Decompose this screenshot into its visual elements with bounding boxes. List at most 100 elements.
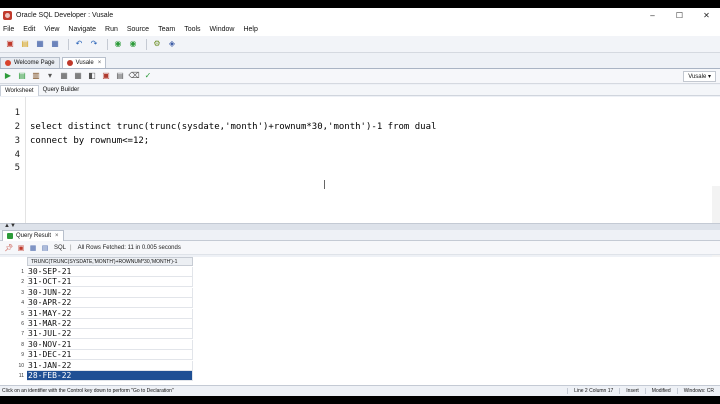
window-title: Oracle SQL Developer : Vusale bbox=[16, 12, 114, 19]
menu-view[interactable]: View bbox=[44, 26, 59, 33]
line-number-gutter: 1 2 3 4 5 bbox=[0, 97, 26, 223]
table-row[interactable]: 3 30-JUN-22 bbox=[0, 287, 194, 298]
migration-icon[interactable]: ◈ bbox=[166, 38, 178, 50]
new-file-icon[interactable]: ▣ bbox=[4, 38, 16, 50]
editor-results-splitter[interactable]: ▲▼ bbox=[0, 223, 720, 230]
tab-label: Vusale bbox=[75, 60, 94, 66]
status-message: Click on an identifier with the Control … bbox=[2, 388, 174, 394]
sql-worksheet-icon[interactable]: ⚙ bbox=[151, 38, 163, 50]
toolbar-separator bbox=[146, 38, 147, 50]
result-cell[interactable]: 30-NOV-21 bbox=[27, 339, 193, 350]
tab-query-builder[interactable]: Query Builder bbox=[39, 85, 84, 96]
main-toolbar: ▣ ▤ ▦ ▦ ↶ ↷ ◉ ◉ ⚙ ◈ bbox=[0, 36, 720, 53]
tab-query-result[interactable]: Query Result × bbox=[2, 229, 64, 241]
clear-icon[interactable]: ⌫ bbox=[128, 71, 139, 81]
column-header[interactable]: TRUNC(TRUNC(SYSDATE,'MONTH')+ROWNUM*30,'… bbox=[27, 257, 193, 266]
table-row[interactable]: 1 30-SEP-21 bbox=[0, 267, 194, 277]
maximize-button[interactable]: ☐ bbox=[666, 8, 693, 23]
code-segment: )+rownum*30, bbox=[263, 122, 329, 132]
table-row[interactable]: 6 31-MAR-22 bbox=[0, 319, 194, 329]
document-tabs: Welcome Page Vusale × bbox=[0, 57, 720, 69]
results-grid[interactable]: TRUNC(TRUNC(SYSDATE,'MONTH')+ROWNUM*30,'… bbox=[0, 257, 720, 385]
undo-icon[interactable]: ↶ bbox=[73, 38, 85, 50]
menu-window[interactable]: Window bbox=[210, 26, 235, 33]
result-cell[interactable]: 31-JAN-22 bbox=[27, 360, 193, 371]
forward-icon[interactable]: ◉ bbox=[127, 38, 139, 50]
commit-icon[interactable]: ▦ bbox=[59, 71, 69, 81]
run-script-icon[interactable]: ▤ bbox=[17, 71, 27, 81]
code-segment: select distinct trunc(trunc(sysdate, bbox=[30, 122, 226, 132]
result-cell[interactable]: 30-APR-22 bbox=[27, 298, 193, 309]
format-icon[interactable]: ▤ bbox=[115, 71, 125, 81]
rollback-icon[interactable]: ▦ bbox=[73, 71, 83, 81]
table-row[interactable]: 5 31-MAY-22 bbox=[0, 308, 194, 319]
redo-icon[interactable]: ↷ bbox=[88, 38, 100, 50]
explain-plan-icon[interactable]: ▾ bbox=[45, 71, 55, 81]
fetch-status: All Rows Fetched: 11 in 0.005 seconds bbox=[77, 244, 181, 251]
sql-link[interactable]: SQL bbox=[54, 245, 66, 251]
title-bar: Oracle SQL Developer : Vusale – ☐ ✕ bbox=[0, 8, 720, 23]
result-cell[interactable]: 31-DEC-21 bbox=[27, 350, 193, 361]
row-number: 5 bbox=[21, 310, 24, 317]
cancel-icon[interactable]: ◧ bbox=[87, 71, 97, 81]
modified-state: Modified bbox=[644, 388, 677, 394]
table-row[interactable]: 8 30-NOV-21 bbox=[0, 339, 194, 350]
history-icon[interactable]: ✓ bbox=[143, 71, 153, 81]
close-tab-icon[interactable]: × bbox=[55, 233, 59, 239]
result-cell[interactable]: 31-OCT-21 bbox=[27, 277, 193, 288]
table-row[interactable]: 11 28-FEB-22 bbox=[0, 371, 194, 381]
menu-team[interactable]: Team bbox=[158, 26, 175, 33]
tab-worksheet[interactable]: Worksheet bbox=[0, 84, 39, 96]
line-number: 4 bbox=[14, 150, 20, 160]
export-icon[interactable]: ▦ bbox=[28, 243, 38, 253]
tab-vusale[interactable]: Vusale × bbox=[61, 57, 107, 68]
menu-file[interactable]: File bbox=[3, 26, 14, 33]
close-tab-icon[interactable]: × bbox=[98, 60, 102, 66]
line-number: 1 bbox=[14, 108, 20, 118]
result-cell[interactable]: 31-MAY-22 bbox=[27, 308, 193, 319]
result-cell[interactable]: 31-JUL-22 bbox=[27, 329, 193, 340]
menu-edit[interactable]: Edit bbox=[23, 26, 35, 33]
tab-welcome-page[interactable]: Welcome Page bbox=[0, 57, 60, 68]
code-string: 'month' bbox=[225, 122, 264, 132]
row-number: 7 bbox=[21, 331, 24, 338]
minimize-button[interactable]: – bbox=[639, 8, 666, 23]
menu-help[interactable]: Help bbox=[243, 26, 257, 33]
result-cell[interactable]: 31-MAR-22 bbox=[27, 319, 193, 329]
table-row[interactable]: 9 31-DEC-21 bbox=[0, 350, 194, 361]
find-icon[interactable]: ▤ bbox=[40, 243, 50, 253]
table-row[interactable]: 4 30-APR-22 bbox=[0, 298, 194, 309]
sql-tuning-icon[interactable]: ▣ bbox=[101, 71, 111, 81]
connection-select[interactable]: Vusale ▾ bbox=[683, 71, 716, 82]
menu-tools[interactable]: Tools bbox=[184, 26, 200, 33]
pin-icon[interactable]: 📌︎ bbox=[4, 243, 14, 253]
menu-run[interactable]: Run bbox=[105, 26, 118, 33]
menu-navigate[interactable]: Navigate bbox=[68, 26, 96, 33]
code-string: 'month' bbox=[328, 122, 366, 132]
back-icon[interactable]: ◉ bbox=[112, 38, 124, 50]
refresh-icon[interactable]: ▣ bbox=[16, 243, 26, 253]
save-all-icon[interactable]: ▦ bbox=[49, 38, 61, 50]
toolbar-separator: | bbox=[70, 244, 72, 251]
open-folder-icon[interactable]: ▤ bbox=[19, 38, 31, 50]
result-cell[interactable]: 28-FEB-22 bbox=[27, 371, 193, 381]
close-button[interactable]: ✕ bbox=[693, 8, 720, 23]
toolbar-separator bbox=[68, 38, 69, 50]
result-cell[interactable]: 30-JUN-22 bbox=[27, 287, 193, 298]
table-row[interactable]: 7 31-JUL-22 bbox=[0, 329, 194, 340]
sql-editor[interactable]: 1 2 3 4 5 select distinct trunc(trunc(sy… bbox=[0, 97, 720, 312]
code-line-3: connect by rownum<=12; bbox=[30, 136, 150, 146]
result-cell[interactable]: 30-SEP-21 bbox=[27, 267, 193, 277]
menu-source[interactable]: Source bbox=[127, 26, 149, 33]
worksheet-subtabs: Worksheet Query Builder bbox=[0, 84, 720, 96]
save-icon[interactable]: ▦ bbox=[34, 38, 46, 50]
run-statement-icon[interactable]: ▶ bbox=[3, 71, 13, 81]
sql-developer-icon bbox=[3, 11, 12, 20]
table-row[interactable]: 2 31-OCT-21 bbox=[0, 277, 194, 288]
connection-label: Vusale ▾ bbox=[688, 74, 711, 80]
line-number: 2 bbox=[14, 122, 20, 132]
autotrace-icon[interactable]: ▥ bbox=[31, 71, 41, 81]
table-row[interactable]: 10 31-JAN-22 bbox=[0, 360, 194, 371]
collapse-arrows-icon[interactable]: ▲▼ bbox=[4, 223, 16, 229]
row-number: 11 bbox=[18, 373, 24, 379]
